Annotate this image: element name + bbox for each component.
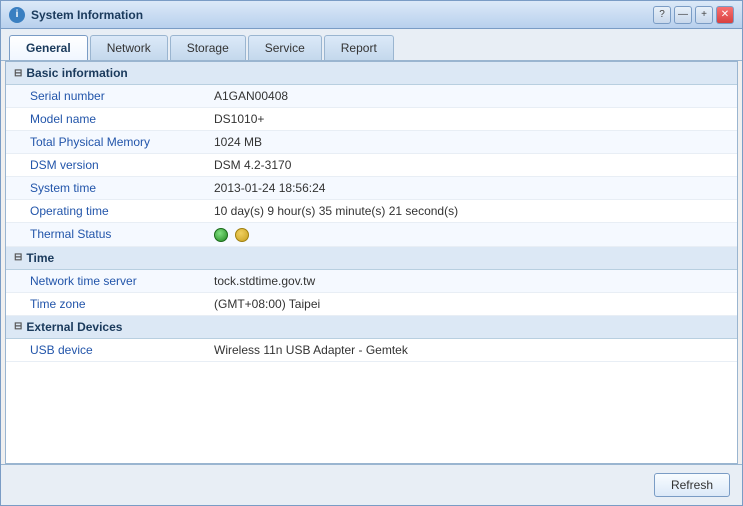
system-information-window: i System Information ? — + ✕ General Net… xyxy=(0,0,743,506)
table-row: Model name DS1010+ xyxy=(6,108,737,131)
value-serial: A1GAN00408 xyxy=(214,89,729,103)
label-serial: Serial number xyxy=(14,89,214,103)
external-devices-title: External Devices xyxy=(26,320,122,334)
basic-info-title: Basic information xyxy=(26,66,127,80)
value-ntp: tock.stdtime.gov.tw xyxy=(214,274,729,288)
titlebar-buttons: ? — + ✕ xyxy=(653,6,734,24)
tab-bar: General Network Storage Service Report xyxy=(1,29,742,61)
minimize-button[interactable]: — xyxy=(674,6,692,24)
refresh-button[interactable]: Refresh xyxy=(654,473,730,497)
collapse-icon: ⊟ xyxy=(14,68,22,79)
close-button[interactable]: ✕ xyxy=(716,6,734,24)
collapse-icon: ⊟ xyxy=(14,252,22,263)
table-row: Thermal Status xyxy=(6,223,737,247)
table-row: Network time server tock.stdtime.gov.tw xyxy=(6,270,737,293)
label-model: Model name xyxy=(14,112,214,126)
table-row: Operating time 10 day(s) 9 hour(s) 35 mi… xyxy=(6,200,737,223)
label-usb: USB device xyxy=(14,343,214,357)
label-thermal: Thermal Status xyxy=(14,227,214,242)
time-section-header[interactable]: ⊟ Time xyxy=(6,247,737,270)
tab-general[interactable]: General xyxy=(9,35,88,60)
label-ntp: Network time server xyxy=(14,274,214,288)
maximize-button[interactable]: + xyxy=(695,6,713,24)
content-area: ⊟ Basic information Serial number A1GAN0… xyxy=(5,61,738,464)
tab-network[interactable]: Network xyxy=(90,35,168,60)
window-title: System Information xyxy=(31,8,653,22)
label-dsm: DSM version xyxy=(14,158,214,172)
table-row: Serial number A1GAN00408 xyxy=(6,85,737,108)
help-button[interactable]: ? xyxy=(653,6,671,24)
value-system-time: 2013-01-24 18:56:24 xyxy=(214,181,729,195)
value-timezone: (GMT+08:00) Taipei xyxy=(214,297,729,311)
table-row: Time zone (GMT+08:00) Taipei xyxy=(6,293,737,316)
thermal-green-icon xyxy=(214,228,228,242)
value-thermal xyxy=(214,227,729,242)
tab-report[interactable]: Report xyxy=(324,35,394,60)
label-operating-time: Operating time xyxy=(14,204,214,218)
value-model: DS1010+ xyxy=(214,112,729,126)
value-usb: Wireless 11n USB Adapter - Gemtek xyxy=(214,343,729,357)
tab-storage[interactable]: Storage xyxy=(170,35,246,60)
titlebar: i System Information ? — + ✕ xyxy=(1,1,742,29)
value-operating-time: 10 day(s) 9 hour(s) 35 minute(s) 21 seco… xyxy=(214,204,729,218)
time-title: Time xyxy=(26,251,54,265)
table-row: Total Physical Memory 1024 MB xyxy=(6,131,737,154)
value-dsm: DSM 4.2-3170 xyxy=(214,158,729,172)
label-memory: Total Physical Memory xyxy=(14,135,214,149)
collapse-icon: ⊟ xyxy=(14,321,22,332)
footer: Refresh xyxy=(1,464,742,505)
label-system-time: System time xyxy=(14,181,214,195)
value-memory: 1024 MB xyxy=(214,135,729,149)
thermal-yellow-icon xyxy=(235,228,249,242)
label-timezone: Time zone xyxy=(14,297,214,311)
table-row: USB device Wireless 11n USB Adapter - Ge… xyxy=(6,339,737,362)
table-row: System time 2013-01-24 18:56:24 xyxy=(6,177,737,200)
table-row: DSM version DSM 4.2-3170 xyxy=(6,154,737,177)
basic-info-section-header[interactable]: ⊟ Basic information xyxy=(6,62,737,85)
tab-service[interactable]: Service xyxy=(248,35,322,60)
external-devices-section-header[interactable]: ⊟ External Devices xyxy=(6,316,737,339)
window-icon: i xyxy=(9,7,25,23)
